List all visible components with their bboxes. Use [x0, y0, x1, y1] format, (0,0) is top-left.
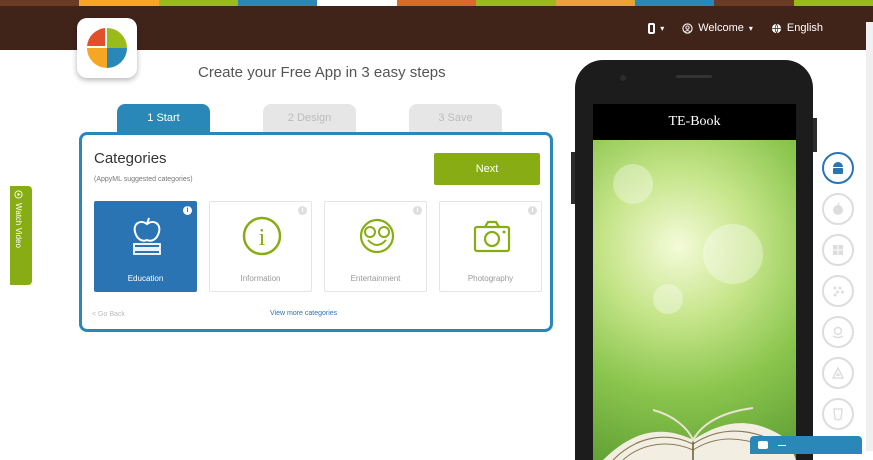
bokeh-light	[613, 164, 653, 204]
tab-spacer	[210, 104, 263, 132]
apple-icon	[833, 202, 843, 215]
phone-screen: TE-Book	[593, 104, 796, 460]
category-card-photography[interactable]: i Photography	[439, 201, 542, 292]
phone-preview: TE-Book	[571, 60, 817, 460]
user-icon	[682, 22, 693, 34]
smiley-glasses-icon	[359, 218, 395, 254]
categories-subtitle: (AppyML suggested categories)	[94, 176, 193, 183]
apple-books-icon	[133, 217, 161, 255]
watch-video-label: Watch Video	[14, 203, 23, 248]
ios-platform-button[interactable]	[822, 193, 854, 225]
android-icon	[833, 162, 843, 174]
go-back-link[interactable]: < Go Back	[92, 311, 125, 318]
other-platform-button[interactable]	[822, 357, 854, 389]
category-cards: i Education i i Information i Entertainm…	[94, 201, 542, 292]
camera-icon	[473, 220, 511, 253]
play-circle-icon	[14, 190, 23, 199]
language-menu[interactable]: English	[771, 22, 823, 34]
info-icon[interactable]: i	[298, 206, 307, 215]
blackberry-icon	[833, 286, 844, 297]
chat-bubble-icon	[758, 441, 768, 449]
triangle-icon	[831, 366, 845, 379]
page-tagline: Create your Free App in 3 easy steps	[198, 64, 446, 81]
app-title-bar: TE-Book	[593, 104, 796, 140]
chat-widget[interactable]	[750, 436, 862, 454]
phone-camera	[620, 75, 626, 81]
info-icon[interactable]: i	[183, 206, 192, 215]
info-icon[interactable]: i	[528, 206, 537, 215]
next-button[interactable]: Next	[434, 153, 540, 185]
windows-icon	[833, 245, 843, 255]
tab-start[interactable]: 1 Start	[117, 104, 210, 132]
pie-logo-icon	[87, 28, 127, 68]
amazon-platform-button[interactable]	[822, 316, 854, 348]
bokeh-light	[703, 224, 763, 284]
info-circle-icon: i	[242, 216, 282, 256]
top-nav: ▾ Welcome ▾ English	[648, 22, 823, 34]
phone-icon	[648, 22, 656, 34]
blackberry-platform-button[interactable]	[822, 275, 854, 307]
page-scrollbar[interactable]	[866, 22, 873, 451]
categories-panel: Categories (AppyML suggested categories)…	[79, 132, 553, 332]
category-label: Information	[240, 274, 281, 283]
tab-design[interactable]: 2 Design	[263, 104, 356, 132]
windows-platform-button[interactable]	[822, 234, 854, 266]
html5-icon	[833, 408, 843, 421]
platform-selector	[822, 152, 854, 430]
category-label: Photography	[467, 274, 514, 283]
category-label: Education	[127, 274, 164, 283]
bokeh-light	[653, 284, 683, 314]
welcome-label: Welcome	[698, 22, 744, 34]
category-card-information[interactable]: i i Information	[209, 201, 312, 292]
phone-side-button	[571, 152, 575, 204]
chevron-down-icon: ▾	[748, 23, 753, 33]
category-card-education[interactable]: i Education	[94, 201, 197, 292]
category-label: Entertainment	[350, 274, 401, 283]
language-label: English	[786, 22, 823, 34]
info-icon[interactable]: i	[413, 206, 422, 215]
step-tabs: 1 Start 2 Design 3 Save	[117, 104, 502, 132]
html5-platform-button[interactable]	[822, 398, 854, 430]
category-card-entertainment[interactable]: i Entertainment	[324, 201, 427, 292]
chevron-down-icon: ▾	[660, 23, 665, 33]
phone-side-button	[813, 118, 817, 152]
watch-video-tab[interactable]: Watch Video	[10, 186, 32, 285]
phone-speaker	[676, 75, 712, 78]
svg-text:i: i	[259, 225, 266, 251]
amazon-icon	[832, 326, 844, 339]
minimize-icon	[778, 445, 786, 446]
welcome-menu[interactable]: Welcome ▾	[682, 22, 753, 34]
app-logo[interactable]	[77, 18, 137, 78]
tab-spacer	[356, 104, 409, 132]
android-platform-button[interactable]	[822, 152, 854, 184]
view-more-categories-link[interactable]: View more categories	[270, 310, 337, 317]
tab-save[interactable]: 3 Save	[409, 104, 502, 132]
globe-icon	[771, 23, 782, 33]
watch-video-content: Watch Video	[14, 190, 23, 248]
device-menu[interactable]: ▾	[648, 22, 665, 34]
categories-title: Categories	[94, 150, 167, 167]
